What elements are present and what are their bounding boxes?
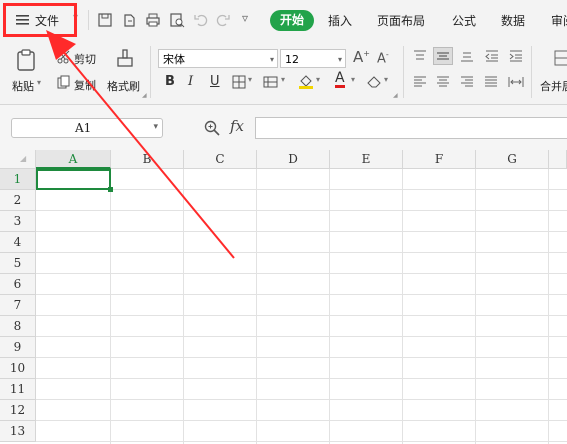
annotation-arrow: [46, 30, 235, 259]
